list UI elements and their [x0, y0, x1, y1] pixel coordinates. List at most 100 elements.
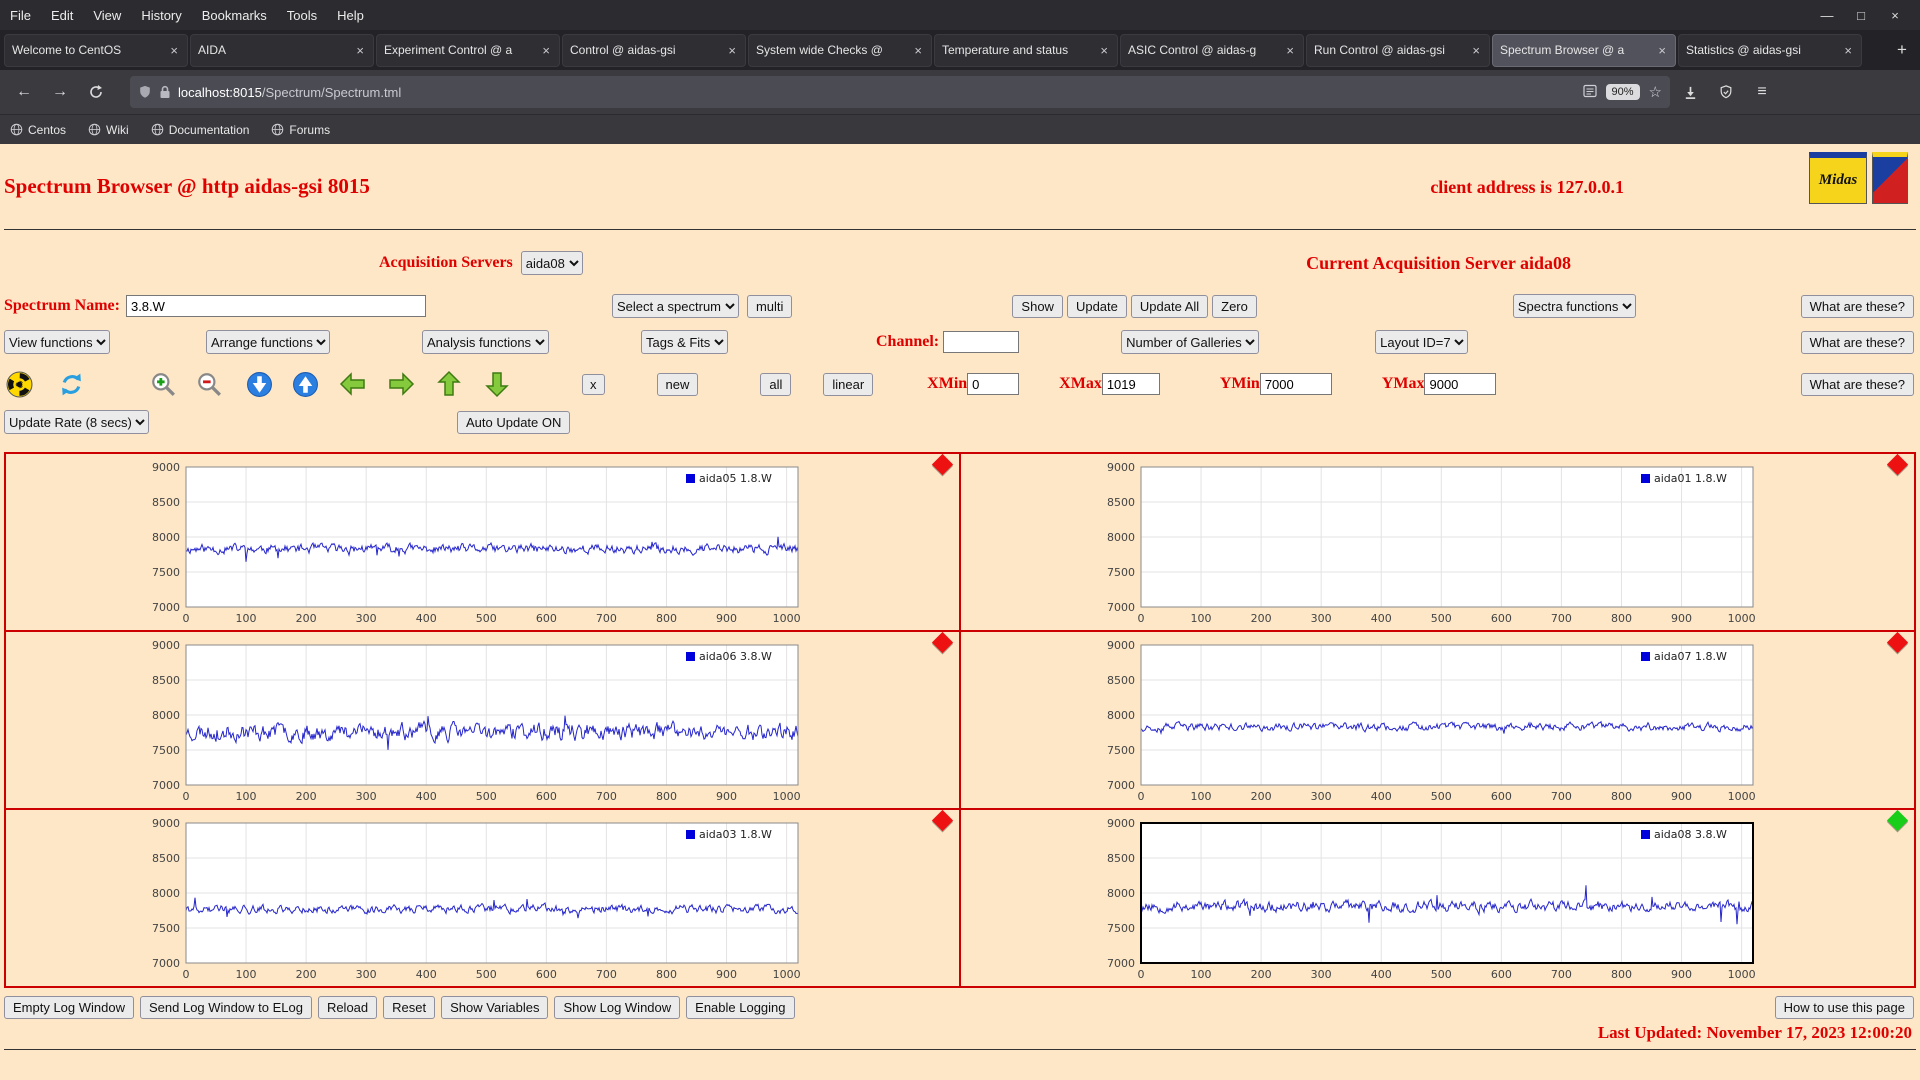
move-left-icon[interactable] — [338, 369, 368, 399]
layout-id-dropdown[interactable]: Layout ID=7 — [1375, 330, 1469, 354]
tab-close-icon[interactable]: × — [1284, 43, 1296, 58]
radiation-icon[interactable] — [4, 369, 34, 399]
tab-control-aidas-gsi[interactable]: Control @ aidas-gsi × — [562, 33, 746, 67]
send-log-window-to-elog-button[interactable]: Send Log Window to ELog — [140, 996, 312, 1019]
show-log-window-button[interactable]: Show Log Window — [554, 996, 681, 1019]
reader-mode-icon[interactable] — [1582, 84, 1597, 101]
empty-log-window-button[interactable]: Empty Log Window — [4, 996, 134, 1019]
what-are-these-button-1[interactable]: What are these? — [1800, 294, 1914, 318]
update-all-button[interactable]: Update All — [1130, 294, 1209, 318]
spectra-functions-dropdown[interactable]: Spectra functions — [1512, 294, 1636, 318]
tab-spectrum-browser-a[interactable]: Spectrum Browser @ a × — [1492, 33, 1676, 67]
tab-close-icon[interactable]: × — [1656, 43, 1668, 58]
spectrum-name-input[interactable] — [125, 295, 426, 317]
reload-button[interactable]: Reload — [317, 996, 378, 1019]
show-variables-button[interactable]: Show Variables — [441, 996, 549, 1019]
bookmark-documentation[interactable]: Documentation — [151, 123, 249, 137]
forward-button[interactable]: → — [44, 77, 76, 107]
how-to-use-button[interactable]: How to use this page — [1774, 996, 1914, 1019]
acquisition-server-select[interactable]: aida08 — [520, 251, 583, 275]
zoom-out-icon[interactable] — [194, 369, 224, 399]
zoom-level[interactable]: 90% — [1605, 84, 1640, 100]
downloads-icon[interactable] — [1674, 77, 1706, 107]
reload-button[interactable] — [80, 77, 112, 107]
scroll-down-icon[interactable] — [244, 369, 274, 399]
number-of-galleries-dropdown[interactable]: Number of Galleries — [1121, 330, 1260, 354]
reset-button[interactable]: Reset — [383, 996, 436, 1019]
multi-button[interactable]: multi — [746, 294, 793, 318]
spectrum-panel-aida03-1-8-w[interactable]: 7000 7500 8000 8500 9000 0 100 200 300 400 500 600 7… — [5, 809, 960, 987]
arrange-functions-dropdown[interactable]: Arrange functions — [206, 330, 330, 354]
tab-aida[interactable]: AIDA × — [190, 33, 374, 67]
auto-update-button[interactable]: Auto Update ON — [457, 410, 571, 434]
spectrum-panel-aida01-1-8-w[interactable]: 7000 7500 8000 8500 9000 0 100 200 300 400 500 600 7… — [960, 453, 1915, 631]
menu-tools[interactable]: Tools — [277, 0, 327, 30]
bookmark-centos[interactable]: Centos — [10, 123, 66, 137]
tab-close-icon[interactable]: × — [354, 43, 366, 58]
move-down-icon[interactable] — [482, 369, 512, 399]
tab-welcome-to-centos[interactable]: Welcome to CentOS × — [4, 33, 188, 67]
tab-close-icon[interactable]: × — [1842, 43, 1854, 58]
back-button[interactable]: ← — [8, 77, 40, 107]
all-button[interactable]: all — [760, 372, 792, 396]
ymax-input[interactable] — [1424, 373, 1497, 395]
update-button[interactable]: Update — [1066, 294, 1127, 318]
tags-fits-dropdown[interactable]: Tags & Fits — [641, 330, 728, 354]
zero-button[interactable]: Zero — [1212, 294, 1257, 318]
minimize-button[interactable]: — — [1810, 2, 1844, 28]
ymin-input[interactable] — [1259, 373, 1332, 395]
url-bar[interactable]: localhost:8015/Spectrum/Spectrum.tml 90%… — [130, 76, 1670, 108]
midas-logo[interactable]: Midas — [1809, 152, 1867, 204]
spectrum-panel-aida08-3-8-w[interactable]: 7000 7500 8000 8500 9000 0 100 200 300 400 500 600 7… — [960, 809, 1915, 987]
tab-system-wide-checks[interactable]: System wide Checks @ × — [748, 33, 932, 67]
tab-statistics-aidas-gsi[interactable]: Statistics @ aidas-gsi × — [1678, 33, 1862, 67]
view-functions-dropdown[interactable]: View functions — [4, 330, 110, 354]
bookmark-wiki[interactable]: Wiki — [88, 123, 129, 137]
spectrum-panel-aida06-3-8-w[interactable]: 7000 7500 8000 8500 9000 0 100 200 300 400 500 600 7… — [5, 631, 960, 809]
update-rate-dropdown[interactable]: Update Rate (8 secs) — [4, 410, 149, 434]
new-tab-button[interactable]: + — [1887, 35, 1917, 65]
spectrum-panel-aida05-1-8-w[interactable]: 7000 7500 8000 8500 9000 0 100 200 300 400 500 600 7… — [5, 453, 960, 631]
menu-file[interactable]: File — [0, 0, 41, 30]
bookmark-star-icon[interactable]: ☆ — [1649, 83, 1662, 101]
tab-close-icon[interactable]: × — [168, 43, 180, 58]
tab-run-control-aidas-gsi[interactable]: Run Control @ aidas-gsi × — [1306, 33, 1490, 67]
maximize-button[interactable]: □ — [1844, 2, 1878, 28]
bookmark-forums[interactable]: Forums — [271, 123, 330, 137]
tab-experiment-control-a[interactable]: Experiment Control @ a × — [376, 33, 560, 67]
move-right-icon[interactable] — [386, 369, 416, 399]
refresh-icon[interactable] — [56, 369, 86, 399]
move-up-icon[interactable] — [434, 369, 464, 399]
tab-close-icon[interactable]: × — [540, 43, 552, 58]
xmax-input[interactable] — [1101, 373, 1160, 395]
menu-button[interactable]: ≡ — [1746, 77, 1778, 107]
tab-asic-control-aidas-g[interactable]: ASIC Control @ aidas-g × — [1120, 33, 1304, 67]
select-spectrum-dropdown[interactable]: Select a spectrum — [611, 294, 739, 318]
menu-edit[interactable]: Edit — [41, 0, 83, 30]
xmin-input[interactable] — [967, 373, 1020, 395]
account-shield-icon[interactable] — [1710, 77, 1742, 107]
what-are-these-button-3[interactable]: What are these? — [1800, 372, 1914, 396]
close-button[interactable]: × — [1878, 2, 1912, 28]
x-button[interactable]: x — [582, 373, 605, 395]
show-button[interactable]: Show — [1012, 294, 1063, 318]
tab-close-icon[interactable]: × — [726, 43, 738, 58]
tab-close-icon[interactable]: × — [1470, 43, 1482, 58]
menu-bookmarks[interactable]: Bookmarks — [192, 0, 277, 30]
scroll-up-icon[interactable] — [290, 369, 320, 399]
shield-icon[interactable] — [138, 85, 152, 99]
menu-help[interactable]: Help — [327, 0, 374, 30]
linear-button[interactable]: linear — [823, 372, 874, 396]
zoom-in-icon[interactable] — [148, 369, 178, 399]
tab-close-icon[interactable]: × — [912, 43, 924, 58]
lock-icon[interactable] — [159, 85, 171, 99]
facility-logo[interactable] — [1872, 152, 1908, 204]
menu-view[interactable]: View — [83, 0, 131, 30]
menu-history[interactable]: History — [131, 0, 191, 30]
what-are-these-button-2[interactable]: What are these? — [1800, 330, 1914, 354]
analysis-functions-dropdown[interactable]: Analysis functions — [422, 330, 549, 354]
new-button[interactable]: new — [656, 372, 699, 396]
spectrum-panel-aida07-1-8-w[interactable]: 7000 7500 8000 8500 9000 0 100 200 300 400 500 600 7… — [960, 631, 1915, 809]
tab-temperature-and-status[interactable]: Temperature and status × — [934, 33, 1118, 67]
enable-logging-button[interactable]: Enable Logging — [686, 996, 795, 1019]
